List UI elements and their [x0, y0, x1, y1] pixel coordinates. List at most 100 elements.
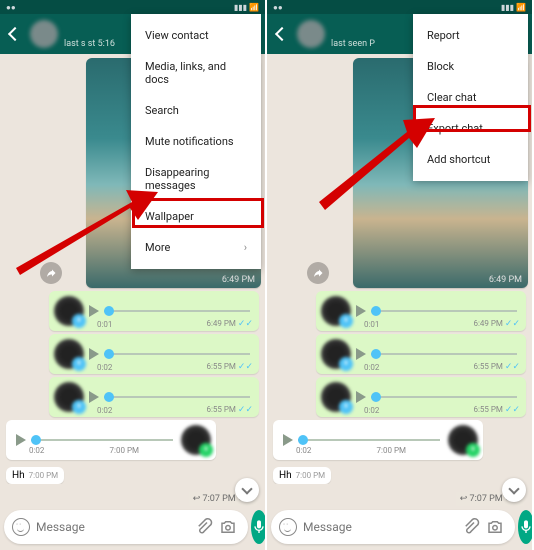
message-input-container [4, 510, 248, 544]
voice-timestamp: 6:49 PM✓✓ [473, 319, 520, 329]
menu-report[interactable]: Report [413, 20, 528, 51]
forward-icon[interactable] [40, 262, 62, 284]
contact-name [331, 20, 375, 39]
menu-add-shortcut[interactable]: Add shortcut [413, 144, 528, 175]
phone-right: ●●▮▮▮ 📶 last seen P Report Block Clear c… [267, 0, 532, 550]
voice-slider[interactable] [104, 396, 250, 398]
play-icon[interactable] [89, 348, 99, 360]
message-input-container [271, 510, 515, 544]
phone-left: ●●▮▮▮ 📶 last s st 5:16 View contact Medi… [0, 0, 265, 550]
voice-duration: 0:02 [296, 446, 311, 455]
play-icon[interactable] [283, 434, 293, 446]
play-icon[interactable] [16, 434, 26, 446]
attach-icon[interactable] [195, 518, 213, 536]
read-ticks-icon: ✓✓ [238, 405, 253, 415]
voice-message-out[interactable]: 0:02 6:55 PM✓✓ [316, 334, 526, 374]
voice-slider[interactable] [298, 439, 440, 441]
message-time: 6:49 PM [222, 275, 255, 285]
camera-icon[interactable] [219, 518, 237, 536]
voice-avatar [321, 296, 351, 326]
status-bar: ●●▮▮▮ 📶 [0, 0, 265, 14]
voice-duration: 0:02 [29, 446, 44, 455]
menu-wallpaper[interactable]: Wallpaper [131, 201, 261, 232]
voice-slider[interactable] [31, 439, 173, 441]
voice-message-in[interactable]: 0:02 7:00 PM [6, 420, 216, 460]
voice-duration: 0:02 [97, 406, 112, 415]
voice-message-out[interactable]: 0:02 6:55 PM✓✓ [49, 377, 259, 417]
menu-view-contact[interactable]: View contact [131, 20, 261, 51]
contact-name [64, 20, 115, 39]
play-icon[interactable] [356, 348, 366, 360]
play-icon[interactable] [356, 305, 366, 317]
read-ticks-icon: ✓✓ [505, 405, 520, 415]
last-seen: last s st 5:16 [64, 39, 115, 49]
contact-avatar[interactable] [30, 20, 58, 48]
emoji-icon[interactable] [12, 518, 30, 536]
message-input[interactable] [303, 520, 459, 534]
voice-avatar [321, 339, 351, 369]
mic-button[interactable] [518, 510, 532, 544]
read-ticks-icon: ✓✓ [505, 362, 520, 372]
mic-badge-icon [199, 443, 213, 457]
voice-duration: 0:01 [97, 320, 112, 329]
input-bar [4, 510, 261, 544]
status-bar: ●●▮▮▮ 📶 [267, 0, 532, 14]
voice-message-out[interactable]: 0:01 6:49 PM✓✓ [316, 291, 526, 331]
voice-duration: 0:01 [364, 320, 379, 329]
menu-more[interactable]: More [131, 232, 261, 263]
attach-icon[interactable] [462, 518, 480, 536]
menu-media-links-docs[interactable]: Media, links, and docs [131, 51, 261, 95]
overflow-submenu: Report Block Clear chat Export chat Add … [413, 14, 528, 181]
input-bar [271, 510, 528, 544]
voice-slider[interactable] [371, 310, 517, 312]
forward-icon[interactable] [307, 262, 329, 284]
mic-button[interactable] [251, 510, 265, 544]
voice-timestamp: 6:55 PM✓✓ [473, 362, 520, 372]
voice-avatar [321, 382, 351, 412]
message-input[interactable] [36, 520, 192, 534]
mic-badge-icon [466, 443, 480, 457]
voice-avatar [448, 425, 478, 455]
voice-duration: 0:02 [364, 363, 379, 372]
back-icon[interactable] [8, 27, 22, 41]
scroll-down-button[interactable] [502, 478, 526, 502]
voice-timestamp: 7:00 PM [377, 446, 406, 455]
voice-timestamp: 6:49 PM✓✓ [206, 319, 253, 329]
camera-icon[interactable] [486, 518, 504, 536]
voice-avatar [54, 296, 84, 326]
message-time: 6:49 PM [489, 275, 522, 285]
menu-clear-chat[interactable]: Clear chat [413, 82, 528, 113]
voice-timestamp: 6:55 PM✓✓ [206, 405, 253, 415]
voice-slider[interactable] [371, 353, 517, 355]
text-message-in[interactable]: Hh7:00 PM [6, 467, 64, 484]
voice-message-out[interactable]: 0:01 6:49 PM✓✓ [49, 291, 259, 331]
voice-duration: 0:02 [364, 406, 379, 415]
play-icon[interactable] [89, 391, 99, 403]
voice-avatar [181, 425, 211, 455]
play-icon[interactable] [356, 391, 366, 403]
scroll-down-button[interactable] [235, 478, 259, 502]
menu-disappearing-messages[interactable]: Disappearing messages [131, 157, 261, 201]
voice-slider[interactable] [104, 310, 250, 312]
voice-slider[interactable] [104, 353, 250, 355]
voice-timestamp: 6:55 PM✓✓ [206, 362, 253, 372]
voice-avatar [54, 339, 84, 369]
voice-message-in[interactable]: 0:02 7:00 PM [273, 420, 483, 460]
read-ticks-icon: ✓✓ [238, 362, 253, 372]
voice-slider[interactable] [371, 396, 517, 398]
menu-mute-notifications[interactable]: Mute notifications [131, 126, 261, 157]
read-ticks-icon: ✓✓ [238, 319, 253, 329]
menu-block[interactable]: Block [413, 51, 528, 82]
voice-timestamp: 6:55 PM✓✓ [473, 405, 520, 415]
voice-message-out[interactable]: 0:02 6:55 PM✓✓ [316, 377, 526, 417]
back-icon[interactable] [275, 27, 289, 41]
menu-search[interactable]: Search [131, 95, 261, 126]
play-icon[interactable] [89, 305, 99, 317]
text-message-in[interactable]: Hh7:00 PM [273, 467, 331, 484]
read-ticks-icon: ✓✓ [505, 319, 520, 329]
last-seen: last seen P [331, 39, 375, 49]
voice-message-out[interactable]: 0:02 6:55 PM✓✓ [49, 334, 259, 374]
menu-export-chat[interactable]: Export chat [413, 113, 528, 144]
emoji-icon[interactable] [279, 518, 297, 536]
contact-avatar[interactable] [297, 20, 325, 48]
